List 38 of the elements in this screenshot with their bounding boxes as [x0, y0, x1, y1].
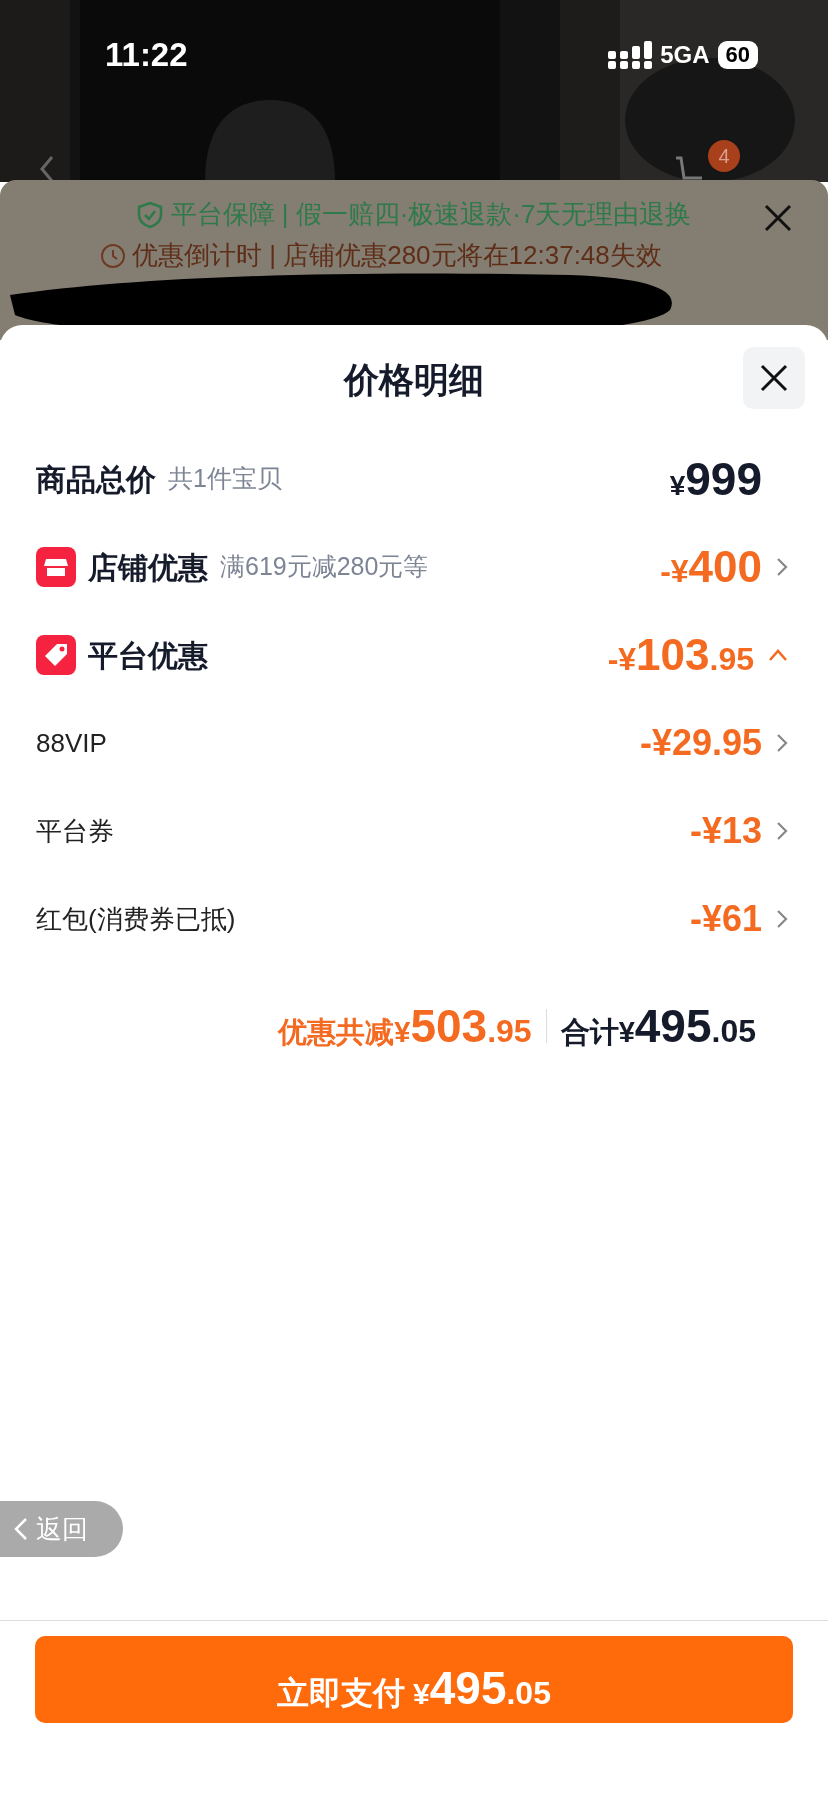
chevron-right-icon	[776, 821, 788, 841]
battery-level: 60	[717, 41, 758, 69]
tag-icon	[36, 635, 76, 675]
price-amount: ¥999	[669, 451, 762, 507]
row-label: 红包(消费券已抵)	[36, 902, 236, 936]
row-label: 平台优惠	[88, 637, 208, 674]
clock-icon	[100, 242, 126, 269]
cart-icon[interactable]	[674, 156, 704, 180]
row-note: 满619元减280元等	[220, 551, 429, 583]
signal-icon	[608, 41, 653, 69]
sheet-title: 价格明细	[344, 358, 484, 401]
back-icon[interactable]	[40, 155, 54, 183]
guarantee-text: 平台保障 | 假一赔四·极速退款·7天无理由退换	[170, 198, 692, 231]
order-total: 合计¥495.05	[560, 998, 756, 1054]
chevron-right-icon	[776, 733, 788, 753]
status-time: 11:22	[105, 35, 188, 76]
discount-amount: -¥29.95	[639, 721, 762, 765]
back-button[interactable]: 返回	[0, 1501, 123, 1557]
row-label: 平台券	[36, 814, 114, 848]
discount-amount: -¥103.95	[607, 629, 754, 681]
shop-icon	[36, 547, 76, 587]
pay-button[interactable]: 立即支付 ¥495.05	[35, 1636, 793, 1723]
row-note: 共1件宝贝	[168, 463, 282, 495]
row-label: 88VIP	[36, 726, 107, 760]
chevron-right-icon	[776, 909, 788, 929]
countdown-text: 优惠倒计时 | 店铺优惠280元将在12:37:48失效	[132, 239, 662, 272]
network-label: 5GA	[660, 40, 710, 70]
discount-amount: -¥400	[660, 541, 762, 593]
chevron-left-icon	[14, 1517, 28, 1541]
row-label: 店铺优惠	[88, 549, 208, 586]
close-icon	[760, 364, 788, 392]
discount-amount: -¥13	[689, 809, 762, 853]
total-discount: 优惠共减¥503.95	[278, 998, 532, 1054]
row-label: 商品总价	[36, 461, 156, 498]
close-button[interactable]	[743, 347, 805, 409]
shield-icon	[136, 200, 163, 229]
discount-amount: -¥61	[689, 897, 762, 941]
close-icon[interactable]	[764, 204, 792, 232]
